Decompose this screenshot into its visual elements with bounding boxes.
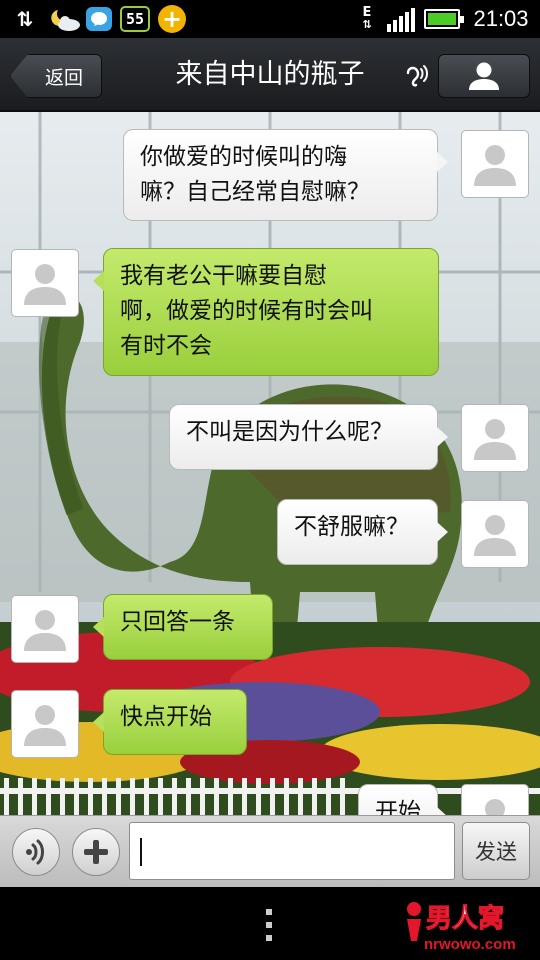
message-bubble-incoming[interactable]: 我有老公干嘛要自慰 啊，做爱的时候有时会叫 有时不会 xyxy=(93,248,439,376)
network-arrows-icon: E ⇅ xyxy=(362,5,372,31)
message-line: 快点开始 xyxy=(120,704,212,730)
badge-number: 55 xyxy=(125,10,145,28)
contact-avatar[interactable] xyxy=(11,690,79,758)
chat-area[interactable]: 你做爱的时候叫的嗨 嘛？自己经常自慰嘛？ 我有老公干嘛要自慰 啊，做爱的时候有时… xyxy=(0,112,540,815)
avatar-placeholder-icon xyxy=(24,610,66,651)
signal-icon xyxy=(386,6,416,32)
attach-plus-button[interactable] xyxy=(72,828,120,876)
message-bubble-incoming[interactable]: 只回答一条 xyxy=(93,594,273,660)
message-bubble-outgoing[interactable]: 不舒服嘛？ xyxy=(277,499,448,565)
message-bubble-incoming[interactable]: 快点开始 xyxy=(93,689,247,755)
voice-button[interactable] xyxy=(12,828,60,876)
data-sync-icon: ⇅ xyxy=(16,7,34,31)
voice-icon xyxy=(26,839,44,865)
avatar-placeholder-icon xyxy=(24,705,66,746)
ear-mode-icon[interactable] xyxy=(404,63,430,89)
site-watermark-logo: 男人窝 nrwowo.com xyxy=(407,902,516,953)
my-avatar[interactable] xyxy=(461,500,529,568)
message-bubble-outgoing[interactable]: 开始 xyxy=(358,784,448,815)
message-input[interactable] xyxy=(129,822,455,880)
message-line: 开始 xyxy=(375,799,421,815)
navigation-bar: 男人窝 nrwowo.com xyxy=(0,887,540,960)
message-bubble-outgoing[interactable]: 你做爱的时候叫的嗨 嘛？自己经常自慰嘛？ xyxy=(123,129,448,221)
profile-button[interactable] xyxy=(438,54,530,98)
page-title: 来自中山的瓶子 xyxy=(175,59,365,90)
back-button[interactable]: 返回 xyxy=(10,54,102,98)
contact-avatar[interactable] xyxy=(11,595,79,663)
battery-icon xyxy=(424,9,464,29)
avatar-placeholder-icon xyxy=(485,799,505,815)
menu-icon[interactable] xyxy=(265,909,273,941)
message-line: 你做爱的时候叫的嗨 xyxy=(140,144,347,170)
my-avatar[interactable] xyxy=(461,130,529,198)
message-line: 啊，做爱的时候有时会叫 xyxy=(120,298,373,324)
plus-icon xyxy=(84,840,108,864)
input-bar: 发送 xyxy=(0,815,540,887)
avatar-placeholder-icon xyxy=(24,264,66,305)
watermark-brand: 男人窝 xyxy=(426,903,504,934)
status-bar: ⇅ 55 + E ⇅ 21:03 xyxy=(0,0,540,38)
weather-icon xyxy=(48,6,82,32)
message-line: 有时不会 xyxy=(120,333,212,359)
message-bubble-outgoing[interactable]: 不叫是因为什么呢？ xyxy=(169,404,448,470)
avatar-placeholder-icon xyxy=(474,145,516,186)
profile-icon xyxy=(469,62,499,90)
message-line: 我有老公干嘛要自慰 xyxy=(120,263,327,289)
message-line: 不舒服嘛？ xyxy=(294,514,409,540)
avatar-placeholder-icon xyxy=(474,419,516,460)
plus-app-icon: + xyxy=(158,5,186,33)
counter-badge-icon: 55 xyxy=(120,6,150,32)
my-avatar[interactable] xyxy=(461,784,529,815)
message-line: 只回答一条 xyxy=(120,609,235,635)
message-line: 嘛？自己经常自慰嘛？ xyxy=(140,179,370,205)
title-bar: 返回 来自中山的瓶子 xyxy=(0,38,540,112)
watermark-url: nrwowo.com xyxy=(424,936,516,953)
chat-notification-icon xyxy=(86,7,112,31)
message-line: 不叫是因为什么呢？ xyxy=(186,419,393,445)
my-avatar[interactable] xyxy=(461,404,529,472)
send-button[interactable]: 发送 xyxy=(462,822,530,880)
clock: 21:03 xyxy=(473,6,529,31)
text-caret xyxy=(140,838,142,866)
avatar-placeholder-icon xyxy=(474,515,516,556)
contact-avatar[interactable] xyxy=(11,249,79,317)
